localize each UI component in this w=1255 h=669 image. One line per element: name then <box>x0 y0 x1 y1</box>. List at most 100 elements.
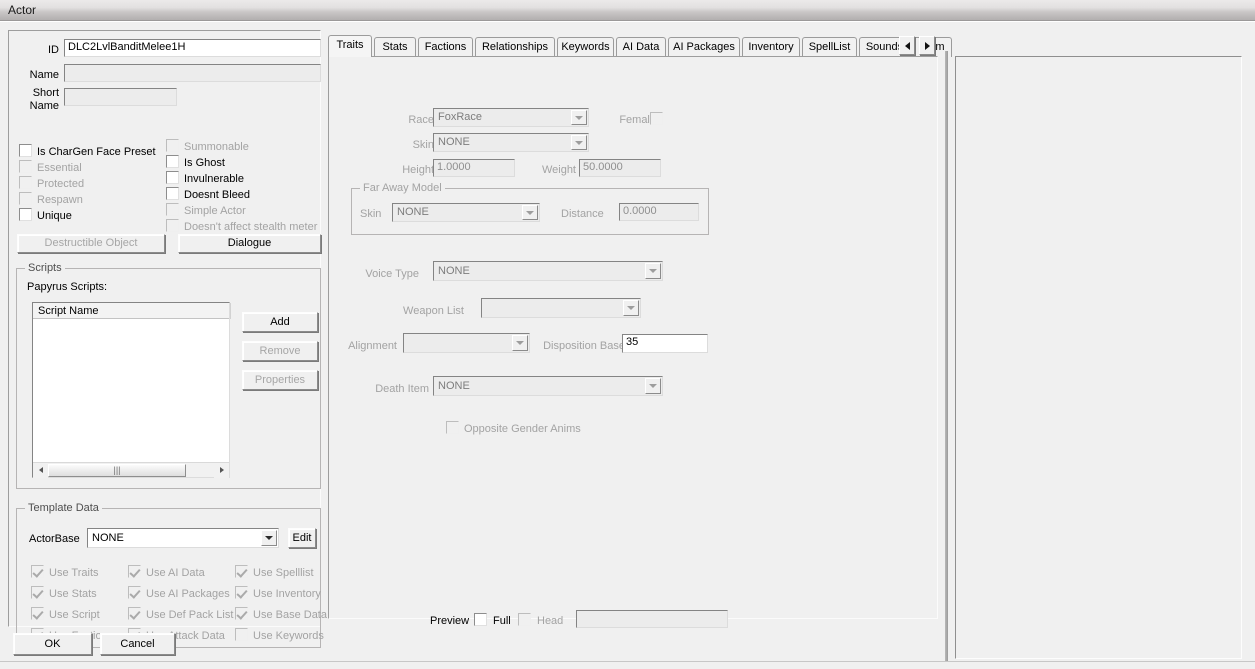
checkbox-invulnerable[interactable] <box>166 171 179 184</box>
edit-actorbase-button[interactable]: Edit <box>288 528 316 548</box>
tab-ai-data[interactable]: AI Data <box>616 37 666 57</box>
death-item-combo[interactable]: NONE <box>433 376 663 396</box>
tab-spelllist[interactable]: SpellList <box>802 37 857 57</box>
tab-strip: Traits Stats Factions Factions Relations… <box>328 35 952 57</box>
tab-ai-packages[interactable]: AI Packages <box>668 37 740 57</box>
window-title: Actor <box>8 3 37 17</box>
label-protected: Protected <box>37 178 85 190</box>
chevron-down-icon[interactable] <box>512 335 528 351</box>
checkbox-doesnt-bleed[interactable] <box>166 187 179 200</box>
chevron-down-icon[interactable] <box>571 135 587 150</box>
destructible-object-button[interactable]: Destructible Object <box>17 234 165 253</box>
checkbox-is-chargen-face-preset[interactable] <box>19 144 32 157</box>
chevron-down-icon[interactable] <box>522 205 538 220</box>
label-unique: Unique <box>37 210 72 222</box>
checkbox-essential[interactable] <box>19 160 32 173</box>
id-input[interactable]: DLC2LvlBanditMelee1H <box>64 39 321 57</box>
checkbox-use-ai-packages[interactable] <box>128 586 141 599</box>
height-label: Height <box>402 164 434 176</box>
skin-label: Skin <box>412 139 434 151</box>
render-preview-panel[interactable] <box>955 56 1242 659</box>
label-use-ai-data: Use AI Data <box>146 567 205 579</box>
traits-tab-page: Race FoxRace Female Skin NONE Height 1.0… <box>328 56 938 619</box>
ok-button[interactable]: OK <box>13 633 92 655</box>
checkbox-use-spelllist[interactable] <box>235 565 248 578</box>
chevron-down-icon[interactable] <box>645 378 661 394</box>
race-value: FoxRace <box>438 111 483 123</box>
checkbox-respawn[interactable] <box>19 192 32 205</box>
checkbox-summonable[interactable] <box>166 139 179 152</box>
height-input[interactable]: 1.0000 <box>433 159 515 177</box>
checkbox-opposite-gender-anims[interactable] <box>446 421 459 434</box>
preview-head-label: Head <box>537 615 564 627</box>
checkbox-use-def-pack-list[interactable] <box>128 607 141 620</box>
weapon-list-label: Weapon List <box>403 305 464 317</box>
checkbox-use-traits[interactable] <box>31 565 44 578</box>
skin-combo[interactable]: NONE <box>433 133 589 152</box>
tab-relationships[interactable]: Relationships <box>475 37 555 57</box>
label-is-ghost: Is Ghost <box>184 157 225 169</box>
checkbox-simple-actor[interactable] <box>166 203 179 216</box>
disposition-base-label: Disposition Base <box>543 340 625 352</box>
far-away-skin-combo[interactable]: NONE <box>392 203 540 222</box>
script-list-hscrollbar[interactable]: ||| <box>33 462 229 478</box>
preview-input[interactable] <box>576 610 728 628</box>
short-name-input[interactable] <box>64 88 177 106</box>
checkbox-use-inventory[interactable] <box>235 586 248 599</box>
chevron-down-icon[interactable] <box>645 263 661 279</box>
checkbox-use-stats[interactable] <box>31 586 44 599</box>
name-input[interactable] <box>64 64 321 82</box>
weapon-list-combo[interactable] <box>481 298 641 318</box>
id-label: ID <box>48 44 59 56</box>
checkbox-unique[interactable] <box>19 208 32 221</box>
remove-script-button[interactable]: Remove <box>242 341 318 361</box>
checkbox-doesnt-affect-stealth-meter[interactable] <box>166 219 179 232</box>
actorbase-value: NONE <box>92 531 124 544</box>
script-properties-button[interactable]: Properties <box>242 370 318 390</box>
checkbox-preview-full[interactable] <box>474 613 487 626</box>
checkbox-female[interactable] <box>650 112 663 125</box>
voice-type-combo[interactable]: NONE <box>433 261 663 281</box>
dialogue-button[interactable]: Dialogue <box>178 234 321 253</box>
tab-stats[interactable]: Stats <box>374 37 416 57</box>
label-use-script: Use Script <box>49 609 100 621</box>
grip-icon: ||| <box>113 464 121 475</box>
far-away-skin-label: Skin <box>360 208 382 220</box>
label-summonable: Summonable <box>184 141 249 153</box>
tab-scroll-left-icon[interactable] <box>899 36 915 55</box>
checkbox-is-ghost[interactable] <box>166 155 179 168</box>
label-opposite-gender-anims: Opposite Gender Anims <box>464 423 581 435</box>
checkbox-use-script[interactable] <box>31 607 44 620</box>
column-script-name[interactable]: Script Name <box>33 303 231 319</box>
tab-scroll-right-icon[interactable] <box>919 36 935 55</box>
weight-input[interactable]: 50.0000 <box>579 159 661 177</box>
far-away-distance-input[interactable]: 0.0000 <box>619 203 699 221</box>
actorbase-label: ActorBase <box>29 533 80 545</box>
tab-inventory[interactable]: Inventory <box>742 37 800 57</box>
disposition-base-input[interactable]: 35 <box>622 334 708 353</box>
tab-keywords[interactable]: Keywords <box>557 37 614 57</box>
checkbox-protected[interactable] <box>19 176 32 189</box>
scroll-left-arrow-icon[interactable] <box>33 462 48 478</box>
checkbox-use-ai-data[interactable] <box>128 565 141 578</box>
chevron-down-icon[interactable] <box>261 530 277 546</box>
alignment-combo[interactable] <box>403 333 530 353</box>
cancel-button[interactable]: Cancel <box>100 633 175 655</box>
actorbase-combo[interactable]: NONE <box>87 528 279 548</box>
short-name-label-line2: Name <box>29 100 59 112</box>
checkbox-use-base-data[interactable] <box>235 607 248 620</box>
tab-factions-2[interactable]: Factions <box>418 37 473 57</box>
scroll-right-arrow-icon[interactable] <box>214 462 229 478</box>
checkbox-preview-head[interactable] <box>518 613 531 626</box>
race-combo[interactable]: FoxRace <box>433 108 589 127</box>
tab-traits[interactable]: Traits <box>328 35 372 57</box>
label-invulnerable: Invulnerable <box>184 173 244 185</box>
splitter-handle[interactable] <box>945 51 948 667</box>
add-script-button[interactable]: Add <box>242 312 318 332</box>
left-properties-pane: ID DLC2LvlBanditMelee1H Name Short Name … <box>8 30 327 648</box>
chevron-down-icon[interactable] <box>623 300 639 316</box>
papyrus-scripts-list[interactable]: Script Name ||| <box>32 302 231 478</box>
hscroll-thumb[interactable]: ||| <box>48 463 186 477</box>
chevron-down-icon[interactable] <box>571 110 587 125</box>
checkbox-use-keywords[interactable] <box>235 628 248 641</box>
